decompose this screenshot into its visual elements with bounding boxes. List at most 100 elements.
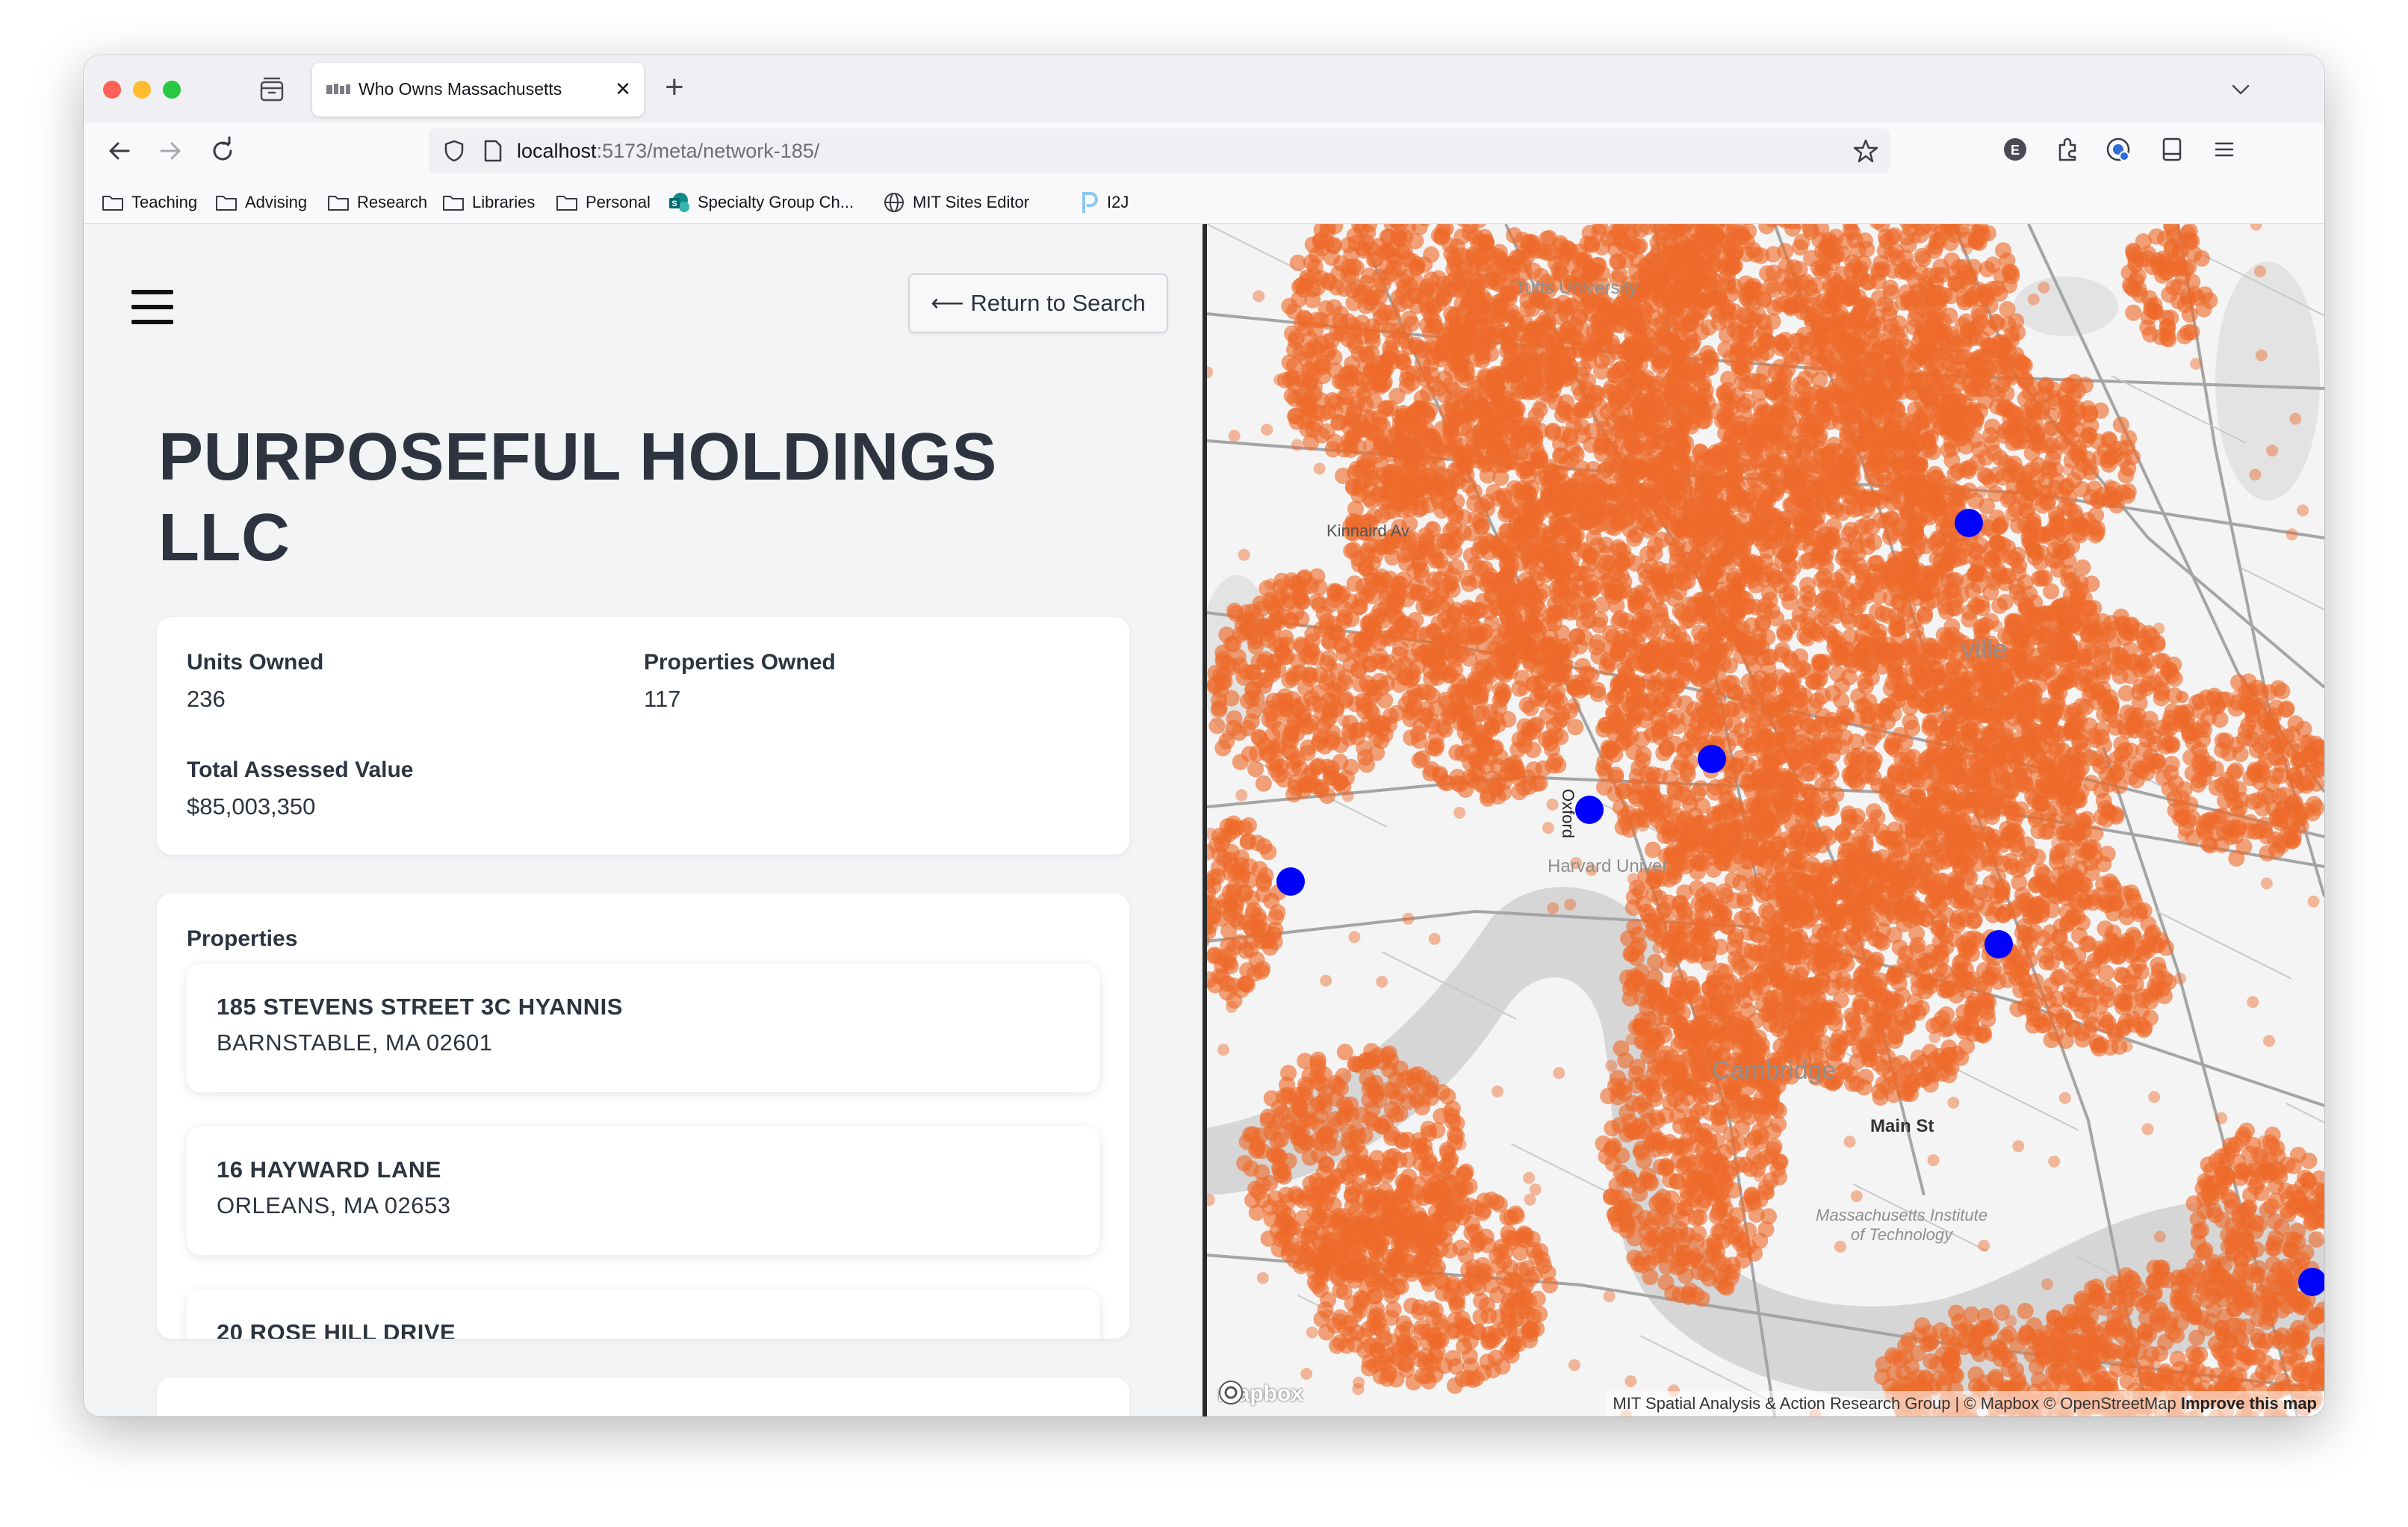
bookmark-personal[interactable]: Personal <box>556 190 651 215</box>
property-map[interactable]: Tufts University Kinnaird Av ville Oxfor… <box>1207 224 2324 1416</box>
parcel-point <box>1787 296 1805 313</box>
parcel-point <box>1498 566 1515 583</box>
parcel-point <box>1790 487 1807 504</box>
parcel-point <box>1769 403 1786 420</box>
parcel-point <box>1586 475 1603 492</box>
bookmark-libraries[interactable]: Libraries <box>442 190 535 215</box>
bookmark-specialty-group[interactable]: S Specialty Group Ch... <box>668 190 854 215</box>
parcel-point <box>1548 580 1565 597</box>
tab-groups-icon[interactable] <box>257 75 287 105</box>
folder-icon <box>443 196 464 211</box>
parcel-point <box>1776 545 1793 563</box>
zoom-window-button[interactable] <box>163 81 181 99</box>
parcel-point <box>1776 366 1793 383</box>
folder-icon <box>102 196 123 211</box>
new-tab-button[interactable]: + <box>665 69 684 106</box>
parcel-point <box>1307 321 1324 338</box>
minimize-window-button[interactable] <box>133 81 151 99</box>
hamburger-menu-icon[interactable] <box>131 290 173 324</box>
properties-heading: Properties <box>187 926 298 951</box>
parcel-point <box>1470 300 1487 317</box>
account-e-icon[interactable]: E <box>2000 134 2030 164</box>
property-item[interactable]: 16 HAYWARD LANE ORLEANS, MA 02653 <box>187 1127 1099 1255</box>
parcel-point <box>1795 442 1812 459</box>
property-street: 185 STEVENS STREET 3C HYANNIS <box>217 994 623 1020</box>
parcel-point <box>1760 533 1778 550</box>
menu-icon[interactable] <box>2209 134 2239 164</box>
bookmark-teaching[interactable]: Teaching <box>102 190 197 215</box>
parcel-point <box>1675 418 1692 436</box>
owner-stats-card: Units Owned 236 Properties Owned 117 Tot… <box>157 617 1129 855</box>
parcel-point <box>1394 412 1411 429</box>
parcel-point <box>1297 277 1314 294</box>
navigation-toolbar: localhost:5173/meta/network-185/ E <box>84 123 2324 179</box>
units-owned-value: 236 <box>187 686 226 712</box>
address-bar[interactable]: localhost:5173/meta/network-185/ <box>429 128 1890 173</box>
parcel-point <box>1691 443 1708 460</box>
parcel-point <box>1926 534 1943 551</box>
parcel-point <box>1746 565 1763 581</box>
folder-icon <box>556 196 577 211</box>
parcel-point <box>1904 295 1921 312</box>
parcel-point <box>1462 405 1480 422</box>
parcel-point <box>1668 540 1685 557</box>
bookmark-i2j[interactable]: I2J <box>1080 190 1129 215</box>
parcel-point <box>1548 513 1565 530</box>
parcel-point <box>1899 264 1916 281</box>
parcel-point <box>1746 341 1763 359</box>
reader-view-icon[interactable] <box>2157 134 2187 164</box>
parcel-point <box>1363 345 1380 362</box>
parcel-point <box>1798 553 1815 570</box>
parcel-point <box>1418 542 1436 560</box>
parcel-point <box>1753 247 1770 264</box>
parcel-point <box>1427 318 1444 335</box>
bookmark-advising[interactable]: Advising <box>215 190 307 215</box>
parcel-point <box>1407 612 1424 628</box>
parcel-point <box>1734 229 1751 246</box>
bookmark-research[interactable]: Research <box>327 190 427 215</box>
tab-strip: Who Owns Massachusetts × + <box>84 55 2324 123</box>
tracking-shield-icon[interactable] <box>442 139 466 163</box>
properties-owned-label: Properties Owned <box>644 650 836 675</box>
parcel-point <box>1506 227 1523 244</box>
property-item[interactable]: 185 STEVENS STREET 3C HYANNIS BARNSTABLE… <box>187 964 1099 1092</box>
parcel-point <box>1626 530 1642 547</box>
parcel-point <box>1623 419 1640 436</box>
parcel-point <box>1326 433 1344 450</box>
page-info-icon[interactable] <box>482 139 503 163</box>
parcel-point <box>1524 234 1541 251</box>
bookmark-star-icon[interactable] <box>1852 137 1879 164</box>
parcel-point <box>1697 595 1713 613</box>
parcel-point <box>1358 234 1375 251</box>
parcel-point <box>1730 325 1747 342</box>
parcel-point <box>1882 279 1899 297</box>
tab-who-owns-massachusetts[interactable]: Who Owns Massachusetts × <box>312 63 644 117</box>
return-to-search-button[interactable]: ⟵ Return to Search <box>908 273 1168 333</box>
privacy-extension-icon[interactable] <box>2103 134 2133 164</box>
parcel-point <box>1858 501 1875 518</box>
back-arrow-icon[interactable] <box>103 134 136 167</box>
parcel-point <box>1791 261 1808 278</box>
parcel-point <box>1542 536 1560 554</box>
chevron-down-icon[interactable] <box>2226 75 2256 105</box>
pond <box>2215 261 2320 501</box>
parcel-point <box>1848 309 1865 326</box>
parcel-point <box>2131 761 2148 778</box>
close-tab-icon[interactable]: × <box>615 76 630 102</box>
parcel-point <box>1281 297 1298 315</box>
reload-icon[interactable] <box>206 134 239 167</box>
parcel-point <box>1604 583 1622 600</box>
parcel-point <box>1342 442 1359 459</box>
close-window-button[interactable] <box>103 81 121 99</box>
property-item[interactable]: 20 ROSE HILL DRIVE <box>187 1289 1099 1339</box>
forward-arrow-icon[interactable] <box>154 134 187 167</box>
map-canvas[interactable] <box>1207 224 2324 1416</box>
parcel-point <box>1810 336 1828 353</box>
bookmark-mit-sites-editor[interactable]: MIT Sites Editor <box>883 190 1029 215</box>
extensions-puzzle-icon[interactable] <box>2052 134 2082 164</box>
parcel-point <box>2135 722 2152 739</box>
properties-owned-value: 117 <box>644 686 681 712</box>
parcel-point <box>1431 476 1448 493</box>
parcel-point <box>1882 300 1899 317</box>
parcel-point <box>1388 388 1406 404</box>
